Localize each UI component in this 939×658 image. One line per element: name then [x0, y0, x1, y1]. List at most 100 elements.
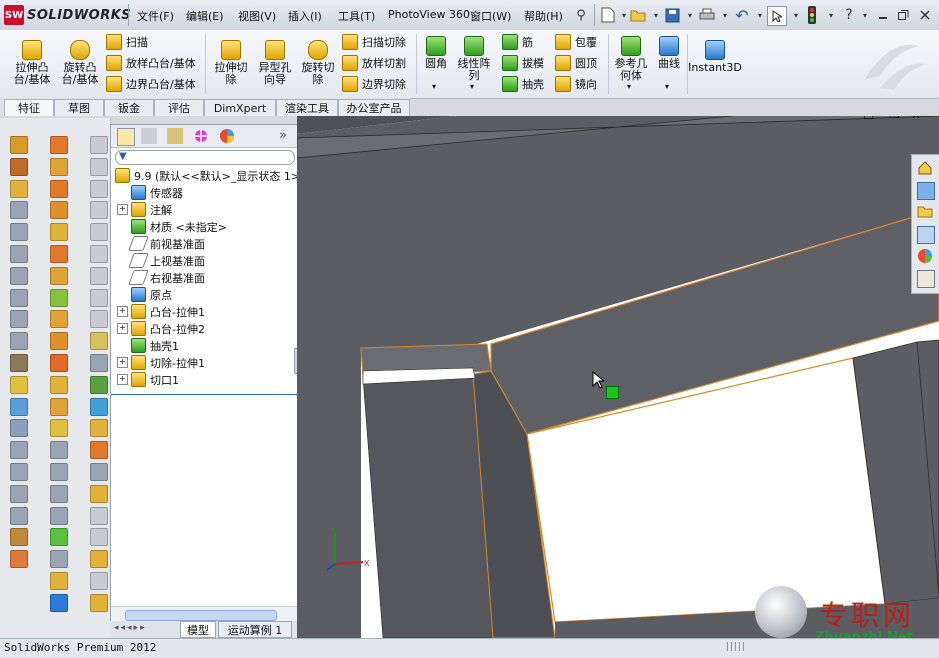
- tool-button-icon[interactable]: [90, 354, 108, 372]
- tree-item[interactable]: + 切除-拉伸1: [117, 354, 205, 371]
- tool-button-icon[interactable]: [10, 223, 28, 242]
- tab-evaluate[interactable]: 评估: [154, 99, 204, 116]
- tool-button-icon[interactable]: [50, 419, 68, 438]
- tool-button-icon[interactable]: [10, 288, 28, 307]
- tool-button-icon[interactable]: [90, 288, 108, 307]
- tree-item[interactable]: +右视基准面: [117, 269, 205, 286]
- tool-button-icon[interactable]: [50, 223, 68, 242]
- tool-button-icon[interactable]: [90, 572, 108, 590]
- fillet-button[interactable]: 圆角: [420, 36, 452, 70]
- restore-document-icon[interactable]: ❐: [889, 116, 900, 121]
- tool-button-icon[interactable]: [50, 506, 68, 525]
- lofted-cut-button[interactable]: 放样切割: [342, 54, 406, 72]
- open-folder-icon[interactable]: [629, 6, 647, 24]
- menu-tools[interactable]: 工具(T): [338, 8, 375, 24]
- tool-button-icon[interactable]: [50, 354, 68, 372]
- tree-root-part[interactable]: 9.9 (默认<<默认>_显示状态 1>: [115, 167, 300, 184]
- tool-button-icon[interactable]: [50, 136, 68, 154]
- graphics-viewport[interactable]: ▭ ❐ ✕ Y X 专职网 Zhuanzhi.Net: [297, 116, 939, 638]
- tree-item[interactable]: +材质 <未指定>: [117, 218, 227, 235]
- tool-button-icon[interactable]: [90, 550, 108, 569]
- solidworks-logo[interactable]: SW SOLIDWORKS: [4, 4, 131, 26]
- loft-boss-button[interactable]: 放样凸台/基体: [106, 54, 196, 72]
- chevron-down-icon[interactable]: ▾: [665, 82, 669, 91]
- menu-file[interactable]: 文件(F): [137, 8, 174, 24]
- menu-window[interactable]: 窗口(W): [470, 8, 511, 24]
- tool-button-icon[interactable]: [10, 157, 28, 176]
- tool-button-icon[interactable]: [10, 375, 28, 394]
- view-palette-icon[interactable]: [917, 226, 935, 244]
- tool-button-icon[interactable]: [50, 179, 68, 198]
- menu-view[interactable]: 视图(V): [238, 8, 276, 24]
- shell-button[interactable]: 抽壳: [502, 75, 544, 93]
- rollback-bar[interactable]: [111, 394, 297, 395]
- tool-button-icon[interactable]: [50, 157, 68, 176]
- mirror-button[interactable]: 镜向: [555, 75, 597, 93]
- tree-horizontal-scrollbar[interactable]: [111, 606, 297, 622]
- tree-item[interactable]: +传感器: [117, 184, 183, 201]
- file-explorer-icon[interactable]: [917, 204, 933, 220]
- menu-edit[interactable]: 编辑(E): [186, 8, 224, 24]
- reference-geometry-button[interactable]: 参考几 何体: [610, 36, 652, 82]
- tool-button-icon[interactable]: [10, 528, 28, 547]
- revolve-boss-button[interactable]: 旋转凸 台/基体: [56, 40, 104, 86]
- tree-item[interactable]: + 凸台-拉伸2: [117, 320, 205, 337]
- tab-motion-study[interactable]: 运动算例 1: [218, 621, 292, 638]
- menu-photoview[interactable]: PhotoView 360: [388, 8, 470, 21]
- tree-item[interactable]: +上视基准面: [117, 252, 205, 269]
- tab-features[interactable]: 特征: [4, 99, 54, 116]
- tree-item[interactable]: + 切口1: [117, 371, 179, 388]
- tool-button-icon[interactable]: [90, 441, 108, 460]
- tool-button-icon[interactable]: [10, 245, 28, 263]
- rib-button[interactable]: 筋: [502, 33, 533, 51]
- boundary-boss-button[interactable]: 边界凸台/基体: [106, 75, 196, 93]
- tool-button-icon[interactable]: [50, 463, 68, 481]
- selection-marker-icon[interactable]: [606, 386, 619, 399]
- tool-button-icon[interactable]: [50, 572, 68, 590]
- property-manager-tab-icon[interactable]: [141, 128, 157, 144]
- tool-button-icon[interactable]: [90, 397, 108, 416]
- minimize-document-icon[interactable]: ▭: [863, 116, 874, 123]
- revolve-cut-button[interactable]: 旋转切 除: [296, 40, 340, 86]
- tool-button-icon[interactable]: [10, 266, 28, 285]
- traffic-light-icon[interactable]: [803, 6, 821, 24]
- tab-render-tools[interactable]: 渲染工具: [276, 99, 338, 116]
- close-document-icon[interactable]: ✕: [911, 116, 921, 122]
- draft-button[interactable]: 拔模: [502, 54, 544, 72]
- sweep-button[interactable]: 扫描: [106, 33, 148, 51]
- tool-button-icon[interactable]: [90, 136, 108, 154]
- tool-button-icon[interactable]: [50, 332, 68, 351]
- tool-button-icon[interactable]: [90, 419, 108, 438]
- tool-button-icon[interactable]: [50, 245, 68, 263]
- scrollbar-thumb[interactable]: [125, 610, 277, 621]
- tool-button-icon[interactable]: [50, 593, 68, 612]
- tree-item[interactable]: +抽壳1: [117, 337, 179, 354]
- tool-button-icon[interactable]: [10, 484, 28, 503]
- tool-button-icon[interactable]: [50, 397, 68, 416]
- feature-tree-tab-icon[interactable]: [117, 128, 135, 146]
- chevron-down-icon[interactable]: ▾: [716, 6, 734, 24]
- expand-toggle-icon[interactable]: +: [117, 323, 128, 334]
- tool-button-icon[interactable]: [10, 201, 28, 220]
- custom-properties-icon[interactable]: [917, 270, 935, 288]
- tool-button-icon[interactable]: [90, 245, 108, 263]
- tool-button-icon[interactable]: [90, 179, 108, 198]
- select-arrow-icon[interactable]: [767, 6, 787, 26]
- chevron-down-icon[interactable]: ▾: [432, 82, 436, 91]
- tool-button-icon[interactable]: [90, 593, 108, 612]
- tab-sheet-metal[interactable]: 钣金: [104, 99, 154, 116]
- chevron-down-icon[interactable]: ▾: [822, 6, 840, 24]
- print-icon[interactable]: [698, 6, 716, 24]
- tab-office-products[interactable]: 办公室产品: [338, 99, 410, 116]
- tool-button-icon[interactable]: [10, 397, 28, 416]
- tool-button-icon[interactable]: [50, 266, 68, 285]
- chevron-down-icon[interactable]: ▾: [470, 82, 474, 91]
- tool-button-icon[interactable]: [10, 310, 28, 329]
- tool-button-icon[interactable]: [90, 484, 108, 503]
- tool-button-icon[interactable]: [90, 463, 108, 481]
- tool-button-icon[interactable]: [90, 528, 108, 547]
- chevron-down-icon[interactable]: ▾: [856, 6, 874, 24]
- tool-button-icon[interactable]: [50, 550, 68, 569]
- tool-button-icon[interactable]: [10, 332, 28, 351]
- swept-cut-button[interactable]: 扫描切除: [342, 33, 406, 51]
